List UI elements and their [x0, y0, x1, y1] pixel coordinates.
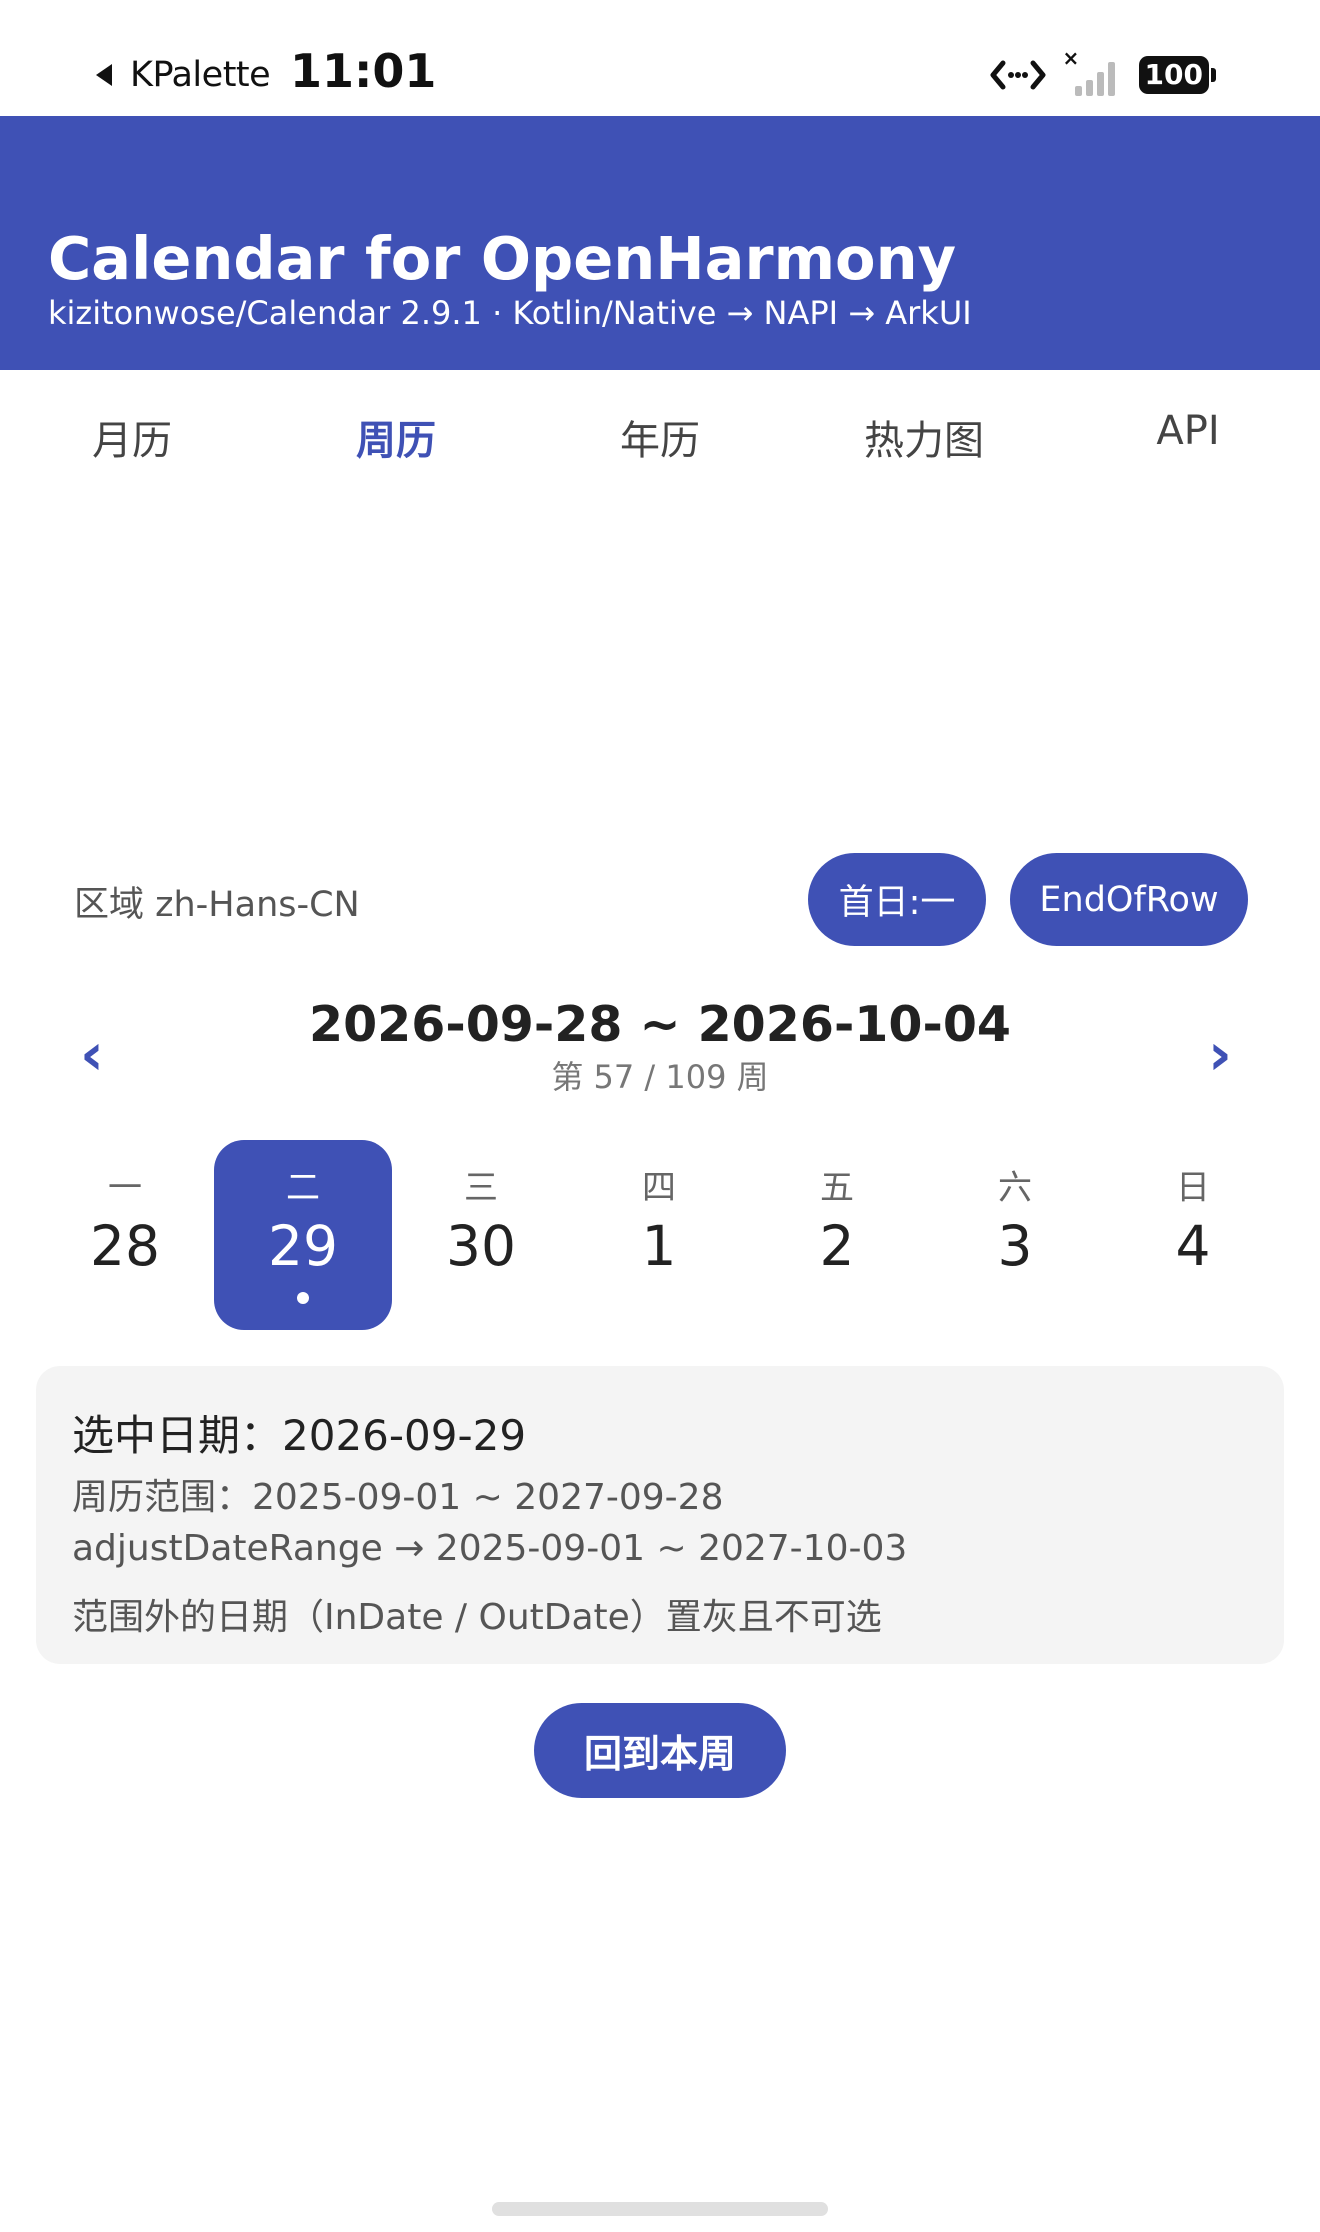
day-number: 2: [819, 1214, 855, 1278]
selection-info-card: 选中日期：2026-09-29 周历范围：2025-09-01 ~ 2027-0…: [36, 1366, 1284, 1664]
day-weekday: 三: [464, 1168, 498, 1208]
day-cell[interactable]: 四 1: [570, 1140, 748, 1330]
day-cell[interactable]: 三 30: [392, 1140, 570, 1330]
status-time: 11:01: [290, 44, 437, 98]
week-range-text: 周历范围：2025-09-01 ~ 2027-09-28: [72, 1477, 724, 1518]
day-weekday: 六: [998, 1168, 1032, 1208]
row-mode-button[interactable]: EndOfRow: [1010, 853, 1248, 946]
tab-month[interactable]: 月历: [0, 408, 264, 466]
day-weekday: 一: [108, 1168, 142, 1208]
day-weekday: 日: [1176, 1168, 1210, 1208]
day-cell[interactable]: 五 2: [748, 1140, 926, 1330]
day-cell[interactable]: 一 28: [36, 1140, 214, 1330]
status-bar: KPalette 11:01 × 100: [0, 0, 1320, 116]
day-weekday: 二: [286, 1168, 320, 1208]
status-icons: × 100: [989, 46, 1216, 98]
app-header: Calendar for OpenHarmony kizitonwose/Cal…: [0, 116, 1320, 370]
day-cell-selected[interactable]: 二 29: [214, 1140, 392, 1330]
locale-label: 区域 zh-Hans-CN: [74, 885, 360, 925]
day-number: 29: [268, 1214, 338, 1278]
week-index: 第 57 / 109 周: [551, 1058, 769, 1096]
day-cell[interactable]: 六 3: [926, 1140, 1104, 1330]
tab-week[interactable]: 周历: [264, 408, 528, 466]
tab-year[interactable]: 年历: [528, 408, 792, 466]
day-weekday: 五: [820, 1168, 854, 1208]
day-number: 1: [641, 1214, 677, 1278]
selected-date-text: 选中日期：2026-09-29: [72, 1411, 527, 1460]
battery-icon: 100: [1138, 56, 1216, 94]
back-to-app[interactable]: KPalette: [96, 50, 271, 100]
home-indicator[interactable]: [492, 2202, 828, 2216]
tab-api[interactable]: API: [1056, 408, 1320, 454]
day-number: 4: [1175, 1214, 1211, 1278]
today-dot-indicator: [297, 1292, 309, 1304]
battery-level: 100: [1138, 56, 1209, 94]
back-app-label: KPalette: [130, 55, 271, 95]
tab-heatmap[interactable]: 热力图: [792, 408, 1056, 466]
back-to-this-week-button[interactable]: 回到本周: [534, 1703, 786, 1798]
out-of-range-note: 范围外的日期（InDate / OutDate）置灰且不可选: [72, 1597, 882, 1638]
next-week-button[interactable]: ›: [1208, 1020, 1232, 1088]
network-transfer-icon: [989, 55, 1047, 95]
day-number: 3: [997, 1214, 1033, 1278]
app-subtitle: kizitonwose/Calendar 2.9.1 · Kotlin/Nati…: [48, 294, 972, 332]
back-arrow-icon: [96, 64, 112, 86]
adjust-range-text: adjustDateRange → 2025-09-01 ~ 2027-10-0…: [72, 1528, 908, 1569]
day-number: 28: [90, 1214, 160, 1278]
app-title: Calendar for OpenHarmony: [48, 224, 957, 293]
tab-bar: 月历 周历 年历 热力图 API: [0, 370, 1320, 500]
day-number: 30: [446, 1214, 516, 1278]
cellular-signal-icon: ×: [1063, 46, 1123, 98]
week-range-title: 2026-09-28 ~ 2026-10-04: [308, 996, 1012, 1053]
day-cell[interactable]: 日 4: [1104, 1140, 1282, 1330]
first-day-button[interactable]: 首日:一: [808, 853, 986, 946]
day-weekday: 四: [642, 1168, 676, 1208]
battery-cap: [1211, 68, 1216, 82]
